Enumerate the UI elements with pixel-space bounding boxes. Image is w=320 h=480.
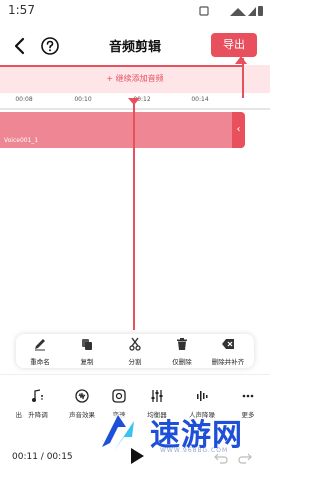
divider	[0, 374, 270, 375]
delete-and-fill-label: 删除并补齐	[211, 358, 245, 366]
split-button[interactable]: 分割	[113, 334, 157, 368]
edit-toolbar: 重命名 复制 分割 仅删除 删除并补齐	[16, 334, 254, 368]
status-bar: 1:57	[0, 0, 270, 22]
rename-label: 重命名	[30, 358, 50, 366]
status-time: 1:57	[8, 3, 35, 17]
trash-icon	[177, 338, 187, 350]
backspace-icon	[222, 339, 234, 349]
track-label: Voice001_1	[4, 137, 39, 144]
time-display: 00:11 / 00:15	[12, 452, 73, 462]
track-trim-handle[interactable]: ‹	[232, 112, 245, 148]
playhead-marker-icon[interactable]	[128, 98, 140, 105]
delete-and-fill-button[interactable]: 删除并补齐	[206, 334, 250, 368]
undo-icon[interactable]	[214, 452, 228, 464]
callout-arrow-icon	[235, 56, 247, 64]
speed-icon	[112, 389, 126, 403]
redo-icon[interactable]	[238, 452, 252, 464]
tool-pitch[interactable]: 升降调	[20, 388, 56, 420]
split-label: 分割	[128, 358, 142, 366]
tool-pitch-label: 升降调	[28, 411, 48, 419]
scissors-icon	[129, 337, 141, 351]
current-time: 00:11	[12, 452, 38, 462]
sound-effect-icon	[75, 389, 89, 403]
copy-label: 复制	[80, 358, 94, 366]
callout-line-horizontal	[0, 65, 243, 67]
add-audio-label[interactable]: + 继续添加音频	[0, 73, 270, 84]
rename-button[interactable]: 重命名	[18, 334, 62, 368]
callout-line-vertical	[242, 58, 244, 98]
denoise-icon	[197, 391, 208, 401]
more-icon	[242, 394, 254, 398]
copy-icon	[82, 339, 92, 350]
pencil-icon	[35, 339, 45, 351]
partial-icon	[0, 389, 11, 403]
copy-button[interactable]: 复制	[65, 334, 109, 368]
play-button[interactable]	[128, 447, 146, 465]
time-separator: /	[37, 452, 47, 462]
ruler-tick-label: 00:08	[15, 96, 33, 103]
tool-partial[interactable]: 出	[0, 388, 23, 420]
total-time: 00:15	[46, 452, 73, 462]
playhead[interactable]	[133, 104, 135, 330]
delete-only-button[interactable]: 仅删除	[160, 334, 204, 368]
status-icons	[199, 6, 263, 16]
ruler-tick-label: 00:14	[191, 96, 209, 103]
ruler-tick-label: 00:10	[74, 96, 92, 103]
export-button[interactable]: 导出	[211, 33, 257, 57]
equalizer-icon	[151, 390, 163, 402]
tool-partial-label: 出	[15, 411, 23, 419]
pitch-icon	[32, 389, 43, 402]
delete-only-label: 仅删除	[172, 358, 192, 366]
